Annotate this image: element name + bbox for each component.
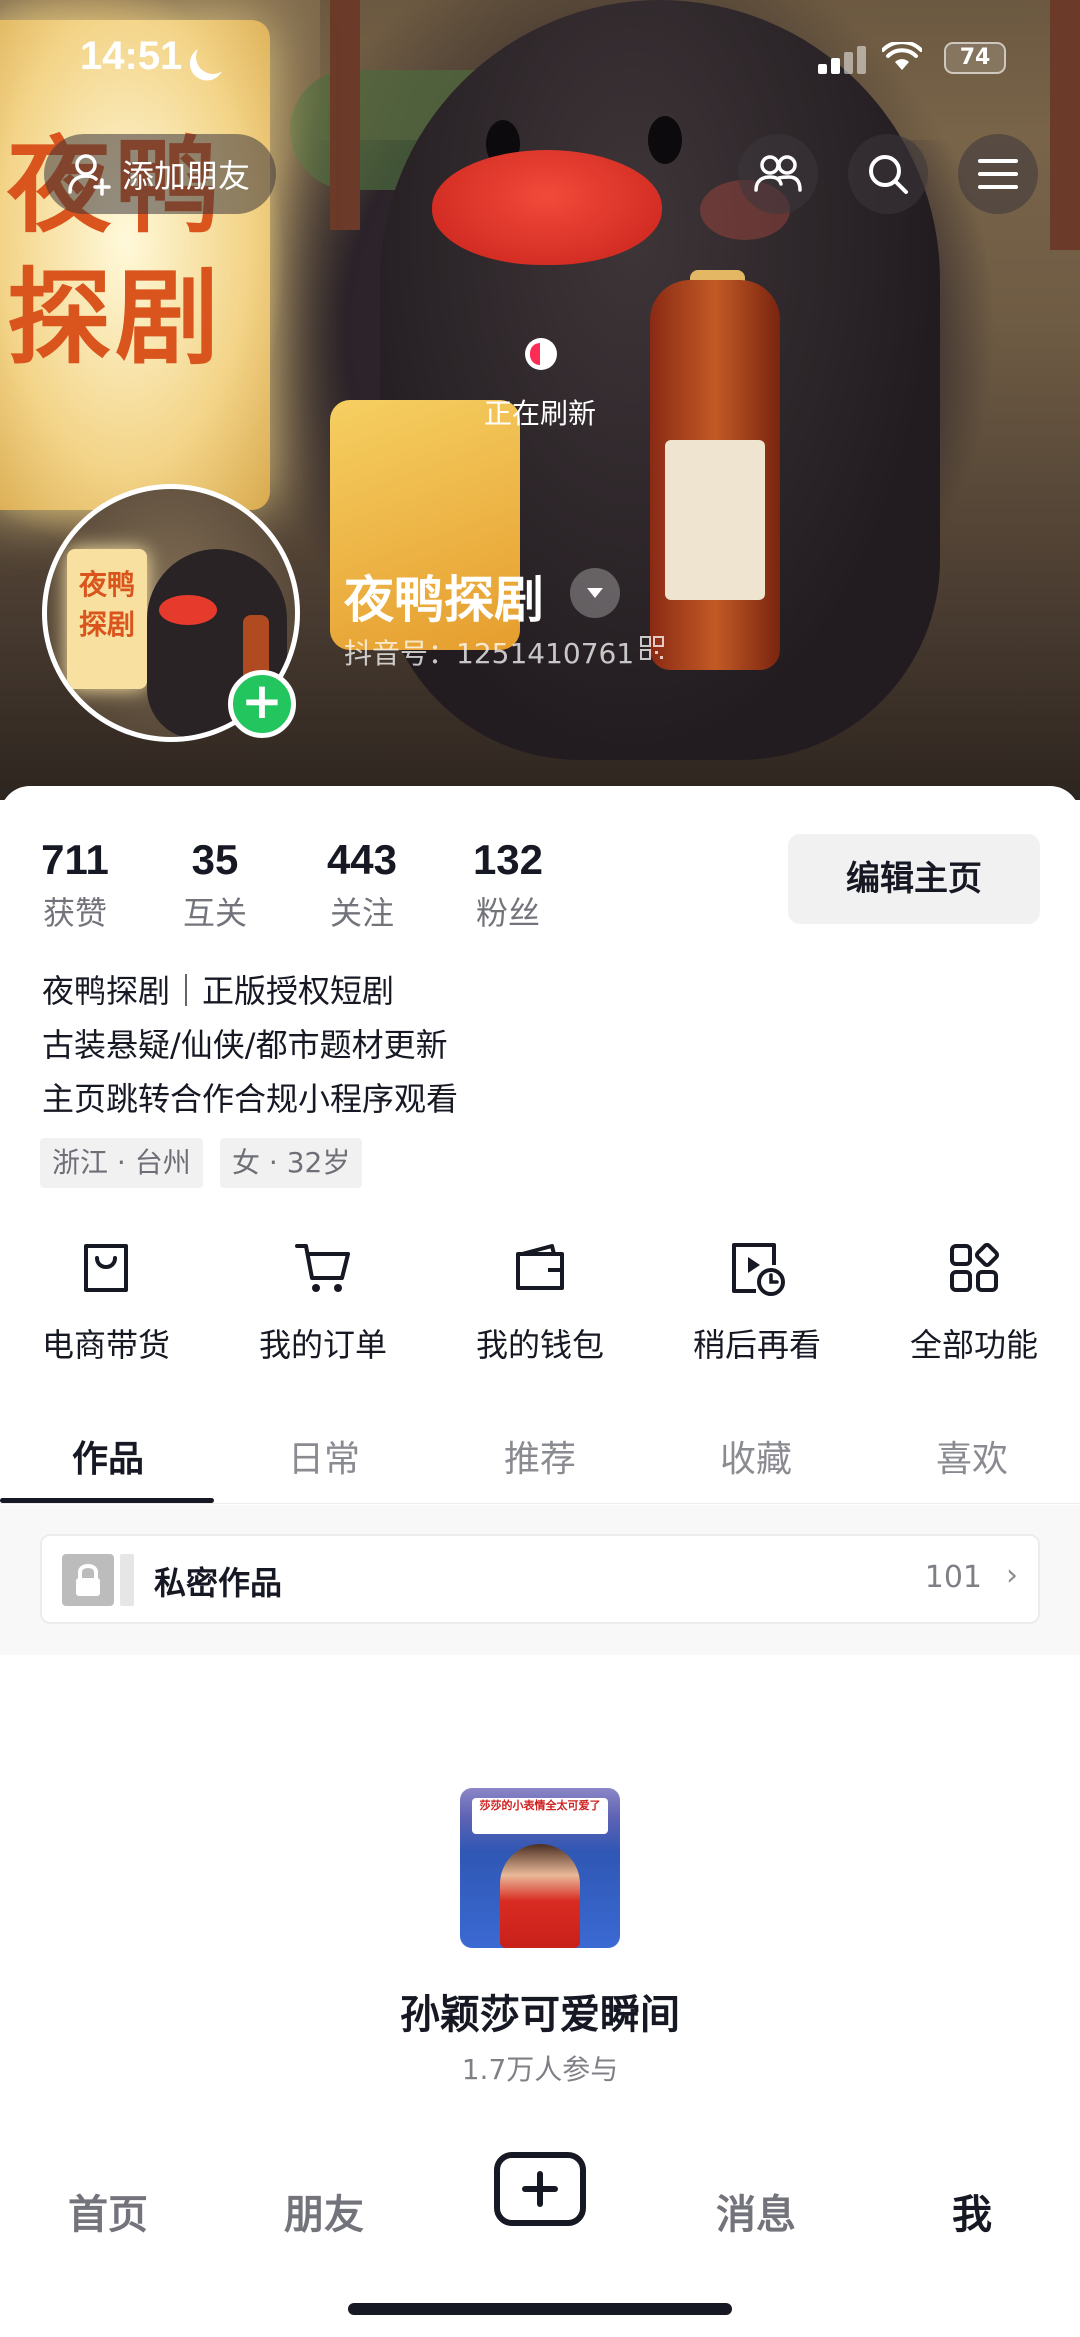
lock-strip xyxy=(120,1554,134,1606)
add-friend-button[interactable]: 添加朋友 xyxy=(44,134,276,214)
profile-bio: 夜鸭探剧｜正版授权短剧 古装悬疑/仙侠/都市题材更新 主页跳转合作合规小程序观看 xyxy=(42,964,458,1126)
stat-mutual[interactable]: 35 互关 xyxy=(180,836,250,934)
tab-works[interactable]: 作品 xyxy=(0,1430,216,1482)
battery-icon: 74 xyxy=(944,42,1006,74)
search-button[interactable] xyxy=(848,134,928,214)
bio-line: 夜鸭探剧｜正版授权短剧 xyxy=(42,972,395,1010)
cart-icon xyxy=(295,1244,350,1292)
qr-code-icon[interactable] xyxy=(640,636,664,660)
shopping-bag-icon xyxy=(84,1244,128,1292)
tab-likes[interactable]: 喜欢 xyxy=(864,1430,1080,1482)
refresh-spinner-icon xyxy=(525,338,557,370)
avatar-add-icon[interactable]: + xyxy=(228,670,296,738)
topic-thumbnail-person xyxy=(500,1844,580,1948)
content-tabs: 作品 日常 推荐 收藏 喜欢 xyxy=(0,1400,1080,1504)
bottle-label xyxy=(665,440,765,600)
wallet-icon xyxy=(516,1244,564,1290)
lock-icon xyxy=(62,1554,114,1606)
status-bar: 14:51 74 xyxy=(0,0,1080,120)
menu-icon xyxy=(978,159,1018,189)
topic-thumbnail[interactable]: 莎莎的小表情全太可爱了 xyxy=(460,1788,620,1948)
tab-favorites[interactable]: 收藏 xyxy=(648,1430,864,1482)
search-icon xyxy=(869,155,908,194)
chevron-right-icon: › xyxy=(1006,1558,1018,1593)
feature-all[interactable]: 全部功能 xyxy=(894,1236,1054,1366)
location-tag: 浙江 · 台州 xyxy=(40,1138,203,1188)
profile-nickname: 夜鸭探剧 xyxy=(344,571,544,629)
status-time: 14:51 xyxy=(80,34,183,78)
add-friend-label: 添加朋友 xyxy=(122,157,251,195)
wifi-icon xyxy=(882,42,922,70)
feature-watch-later[interactable]: 稍后再看 xyxy=(677,1236,837,1366)
tab-recommend[interactable]: 推荐 xyxy=(432,1430,648,1482)
menu-button[interactable] xyxy=(958,134,1038,214)
watch-later-icon xyxy=(732,1243,785,1296)
topic-participants: 1.7万人参与 xyxy=(461,2053,619,2086)
add-friend-icon xyxy=(68,154,111,196)
private-works-count: 101 xyxy=(924,1560,982,1595)
nav-messages[interactable]: 消息 xyxy=(648,2182,864,2240)
private-works-label: 私密作品 xyxy=(154,1564,283,1602)
grid-icon xyxy=(950,1242,1000,1292)
bio-line: 主页跳转合作合规小程序观看 xyxy=(42,1080,459,1118)
moon-icon xyxy=(191,35,235,79)
feature-wallet[interactable]: 我的钱包 xyxy=(460,1236,620,1366)
feature-ecommerce[interactable]: 电商带货 xyxy=(26,1236,186,1366)
stat-following[interactable]: 443 关注 xyxy=(320,836,404,934)
tab-indicator xyxy=(0,1498,214,1503)
duck-bill xyxy=(432,150,662,265)
stat-followers[interactable]: 132 粉丝 xyxy=(470,836,546,934)
douyin-id: 抖音号：1251410761 xyxy=(344,637,635,670)
create-post-button[interactable] xyxy=(494,2152,586,2226)
signal-icon xyxy=(818,44,870,74)
private-works-row[interactable]: 私密作品 101 › xyxy=(40,1534,1040,1624)
refresh-status: 正在刷新 xyxy=(483,397,596,430)
duck-eye-right xyxy=(648,116,682,164)
bio-line: 古装悬疑/仙侠/都市题材更新 xyxy=(42,1026,448,1064)
avatar-sign: 夜鸭 探剧 xyxy=(67,549,147,689)
topic-thumbnail-caption: 莎莎的小表情全太可爱了 xyxy=(472,1798,608,1834)
home-indicator xyxy=(348,2303,732,2315)
nav-home[interactable]: 首页 xyxy=(0,2182,216,2240)
gender-age-tag: 女 · 32岁 xyxy=(220,1138,363,1188)
edit-profile-button[interactable]: 编辑主页 xyxy=(788,834,1040,924)
friends-button[interactable] xyxy=(738,134,818,214)
topic-title[interactable]: 孙颖莎可爱瞬间 xyxy=(0,1982,1080,2040)
nav-me[interactable]: 我 xyxy=(864,2182,1080,2240)
tab-daily[interactable]: 日常 xyxy=(216,1430,432,1482)
stat-likes[interactable]: 711 获赞 xyxy=(40,836,110,934)
avatar-duck-bill xyxy=(159,595,217,625)
nav-friends[interactable]: 朋友 xyxy=(216,2182,432,2240)
feature-orders[interactable]: 我的订单 xyxy=(243,1236,403,1366)
people-icon xyxy=(754,155,802,192)
account-switch-dropdown[interactable] xyxy=(570,568,620,618)
